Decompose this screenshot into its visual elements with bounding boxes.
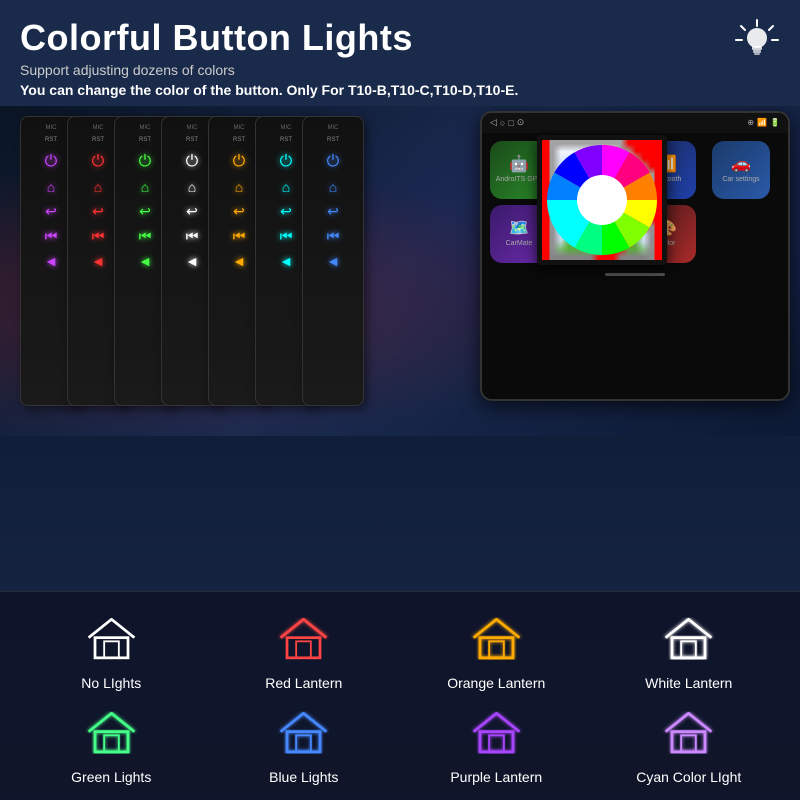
screen-card-7: MIC RST ⏻ ⌂ ↩ ⏮ ◄ [302, 116, 364, 406]
no-lights-label: No LIghts [81, 675, 141, 691]
light-item-red[interactable]: Red Lantern [213, 612, 396, 691]
light-item-white[interactable]: White Lantern [598, 612, 781, 691]
header-subtitle: Support adjusting dozens of colors [20, 62, 780, 78]
light-item-no-lights[interactable]: No LIghts [20, 612, 203, 691]
main-image-area: MIC RST ⏻ ⌂ ↩ ⏮ ◄ MIC RST ⏻ ⌂ ↩ ⏮ [0, 106, 800, 436]
bulb-icon [735, 18, 780, 68]
header-section: Colorful Button Lights Support adjusting… [0, 0, 800, 106]
light-item-blue[interactable]: Blue Lights [213, 706, 396, 785]
cyan-light-icon [661, 706, 716, 761]
green-lights-icon [84, 706, 139, 761]
red-lantern-icon [276, 612, 331, 667]
cyan-light-label: Cyan Color LIght [636, 769, 741, 785]
home-indicator [605, 273, 665, 276]
purple-lantern-icon [469, 706, 524, 761]
light-item-cyan[interactable]: Cyan Color LIght [598, 706, 781, 785]
device-area: MIC RST ⏻ ⌂ ↩ ⏮ ◄ MIC RST ⏻ ⌂ ↩ ⏮ [0, 106, 800, 436]
header-note: You can change the color of the button. … [20, 82, 780, 98]
red-lantern-label: Red Lantern [265, 675, 342, 691]
purple-lantern-label: Purple Lantern [450, 769, 542, 785]
blue-lights-icon [276, 706, 331, 761]
status-bar: ◁ ○ □ ⊙ ⊕ 📶 🔋 [482, 113, 788, 133]
screens-container: MIC RST ⏻ ⌂ ↩ ⏮ ◄ MIC RST ⏻ ⌂ ↩ ⏮ [20, 116, 349, 406]
green-lights-label: Green Lights [71, 769, 151, 785]
app-icon-car-settings[interactable]: 🚗 Car settings [712, 141, 770, 199]
main-screen: ◁ ○ □ ⊙ ⊕ 📶 🔋 🤖 AndroITS GP... [480, 111, 790, 401]
app-grid: 🤖 AndroITS GP... 📦 APK insta... [482, 133, 788, 271]
light-item-orange[interactable]: Orange Lantern [405, 612, 588, 691]
lights-grid: No LIghts Red Lantern Orange Lantern [20, 612, 780, 785]
orange-lantern-icon [469, 612, 524, 667]
light-item-green[interactable]: Green Lights [20, 706, 203, 785]
orange-lantern-label: Orange Lantern [447, 675, 545, 691]
page-title: Colorful Button Lights [20, 18, 780, 58]
color-wheel-popup [537, 135, 667, 265]
white-lantern-label: White Lantern [645, 675, 732, 691]
no-lights-icon [84, 612, 139, 667]
lights-section: No LIghts Red Lantern Orange Lantern [0, 591, 800, 800]
light-item-purple[interactable]: Purple Lantern [405, 706, 588, 785]
blue-lights-label: Blue Lights [269, 769, 338, 785]
white-lantern-icon [661, 612, 716, 667]
